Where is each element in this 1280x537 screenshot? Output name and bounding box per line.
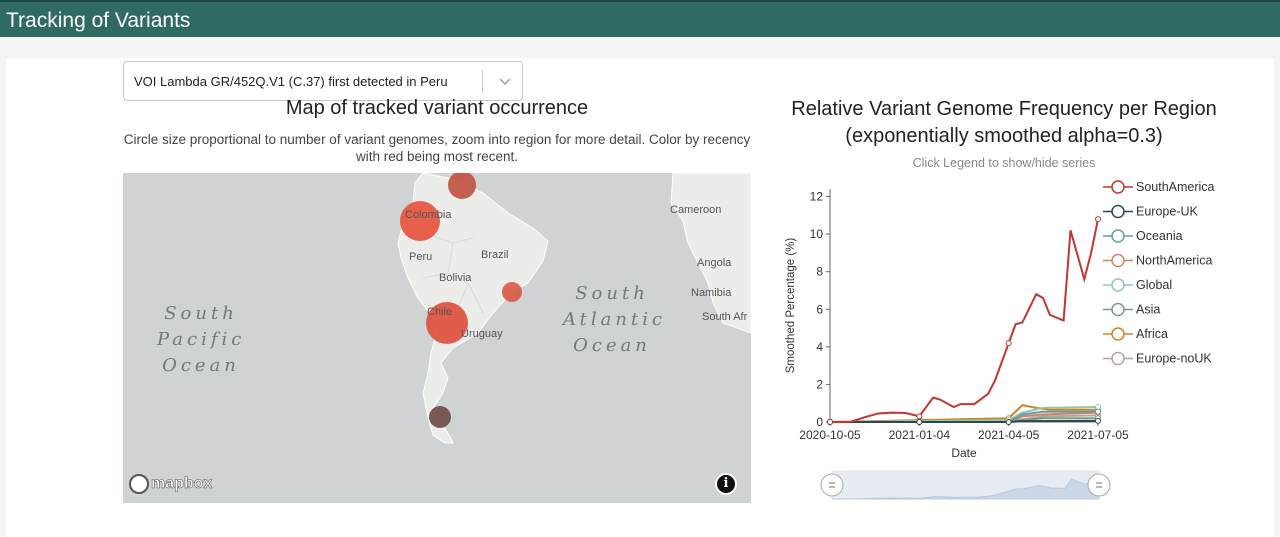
x-tick-label: 2021-07-05	[1067, 428, 1129, 442]
map-title: Map of tracked variant occurrence	[285, 97, 589, 119]
y-axis-label: Smoothed Percentage (%)	[785, 238, 797, 374]
legend-label-oceania[interactable]: Oceania	[1136, 229, 1183, 243]
zoom-handle-right[interactable]	[1087, 473, 1111, 497]
zoom-handle-left[interactable]	[820, 473, 844, 497]
legend-label-southamerica[interactable]: SouthAmerica	[1136, 180, 1215, 194]
place-label-uruguay: Uruguay	[461, 328, 503, 340]
y-tick-label: 6	[816, 302, 823, 316]
y-tick-label: 8	[816, 265, 823, 279]
variant-map[interactable]: South Pacific Ocean South Atlantic Ocean…	[123, 173, 751, 503]
series-line-southamerica	[830, 218, 1099, 423]
series-point-southamerica	[1005, 340, 1012, 347]
map-subtitle: Circle size proportional to number of va…	[123, 132, 751, 164]
legend-label-asia[interactable]: Asia	[1136, 303, 1160, 317]
chevron-down-icon[interactable]	[494, 70, 516, 92]
chart-title: Relative Variant Genome Frequency per Re…	[791, 98, 1217, 147]
place-label-chile: Chile	[427, 306, 453, 318]
place-label-peru: Peru	[409, 251, 433, 263]
x-tick-label: 2020-10-05	[799, 428, 861, 442]
legend-marker-oceania	[1111, 229, 1125, 243]
variant-select[interactable]: VOI Lambda GR/452Q.V1 (C.37) first detec…	[123, 61, 523, 101]
legend-marker-asia	[1111, 302, 1125, 317]
legend-label-global[interactable]: Global	[1136, 278, 1172, 292]
mapbox-logo[interactable]: mapbox	[129, 473, 213, 495]
place-label-cameroon: Cameroon	[670, 204, 722, 216]
place-label-brazil: Brazil	[481, 249, 509, 261]
x-tick-label: 2021-04-05	[978, 428, 1040, 442]
series-point-europe-uk	[1005, 419, 1012, 425]
chart-subtitle: Click Legend to show/hide series	[912, 156, 1096, 170]
legend-marker-africa	[1111, 327, 1125, 341]
y-tick-label: 4	[816, 340, 823, 354]
ocean-label-atlantic: South Atlantic Ocean	[563, 283, 667, 356]
legend-label-europe-nouk[interactable]: Europe-noUK	[1136, 352, 1212, 366]
legend-marker-europe-nouk	[1111, 351, 1125, 366]
page-header: Tracking of Variants	[0, 0, 1280, 37]
info-icon[interactable]: i	[715, 473, 737, 495]
series-point-southamerica	[1095, 216, 1101, 223]
africa-land	[670, 173, 751, 334]
place-label-namibia: Namibia	[691, 287, 732, 299]
place-label-bolivia: Bolivia	[439, 272, 472, 284]
page-title: Tracking of Variants	[6, 9, 191, 32]
variant-marker-colombia	[400, 201, 440, 241]
y-tick-label: 0	[816, 415, 823, 429]
series-point-southamerica	[827, 419, 833, 425]
series-point-europe-uk	[1095, 417, 1101, 424]
legend-marker-global	[1111, 278, 1125, 292]
frequency-line-chart[interactable]: 0 2 4 6 8 10 12 2020-10-05 2021-01-04 2021-04-05 2…	[780, 175, 1250, 505]
place-label-angola: Angola	[697, 257, 732, 269]
place-label-south-africa: South Afr	[702, 311, 748, 323]
legend-marker-southamerica	[1111, 180, 1125, 194]
mapbox-attribution: mapbox	[151, 475, 213, 493]
x-tick-label: 2021-01-04	[889, 428, 951, 442]
legend-label-northamerica[interactable]: NorthAmerica	[1136, 254, 1212, 268]
series-point-europe-uk	[916, 419, 923, 425]
legend-label-africa[interactable]: Africa	[1136, 327, 1168, 341]
ocean-label-pacific: South Pacific Ocean	[157, 303, 246, 376]
x-axis-label: Date	[951, 446, 977, 460]
y-tick-label: 2	[816, 377, 823, 391]
place-label-colombia: Colombia	[405, 209, 452, 221]
variant-marker-brazil	[502, 282, 522, 302]
legend-label-europe-uk[interactable]: Europe-UK	[1136, 205, 1198, 219]
select-separator	[482, 70, 483, 94]
legend-marker-northamerica	[1111, 253, 1125, 268]
variant-marker-argentina-south	[429, 406, 451, 428]
series-point-oceania	[1095, 408, 1101, 415]
variant-select-value: VOI Lambda GR/452Q.V1 (C.37) first detec…	[134, 74, 448, 89]
legend-marker-europe-uk	[1111, 204, 1125, 219]
y-tick-label: 10	[810, 227, 824, 241]
mapbox-icon	[129, 474, 149, 494]
series-line-europe-uk	[830, 419, 1099, 423]
series-point-southamerica	[916, 413, 923, 420]
y-tick-label: 12	[810, 190, 824, 204]
